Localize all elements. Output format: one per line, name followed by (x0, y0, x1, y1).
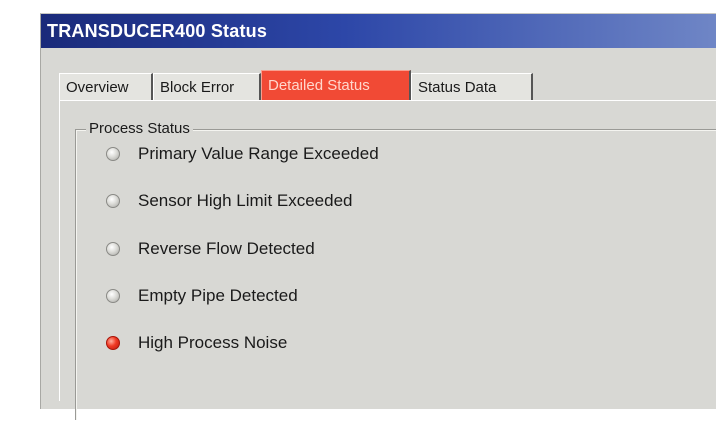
status-item-primary-value-range: Primary Value Range Exceeded (106, 142, 379, 166)
status-led-icon (106, 336, 120, 350)
window-titlebar[interactable]: TRANSDUCER400 Status (41, 14, 716, 48)
status-item-label: Sensor High Limit Exceeded (138, 191, 353, 210)
status-item-reverse-flow: Reverse Flow Detected (106, 237, 315, 261)
process-status-group: Process Status Primary Value Range Excee… (75, 120, 716, 420)
status-item-empty-pipe: Empty Pipe Detected (106, 284, 298, 308)
status-led-icon (106, 147, 120, 161)
status-item-label: Empty Pipe Detected (138, 286, 298, 305)
status-window: TRANSDUCER400 Status Overview Block Erro… (40, 13, 716, 420)
status-led-icon (106, 289, 120, 303)
status-led-icon (106, 194, 120, 208)
window-title: TRANSDUCER400 Status (47, 21, 268, 41)
group-legend: Process Status (86, 120, 193, 137)
status-item-label: High Process Noise (138, 333, 288, 352)
status-item-label: Reverse Flow Detected (138, 239, 315, 258)
status-led-icon (106, 242, 120, 256)
tab-panel: Process Status Primary Value Range Excee… (59, 100, 716, 420)
status-item-high-process-noise: High Process Noise (106, 331, 287, 355)
tab-detailed-status[interactable]: Detailed Status (261, 70, 411, 100)
tab-status-data[interactable]: Status Data (411, 73, 533, 100)
status-item-sensor-high-limit: Sensor High Limit Exceeded (106, 189, 353, 213)
status-item-label: Primary Value Range Exceeded (138, 144, 379, 163)
tab-overview[interactable]: Overview (59, 73, 153, 100)
tab-block-error[interactable]: Block Error (153, 73, 261, 100)
tab-bar: Overview Block Error Detailed Status Sta… (59, 70, 533, 100)
